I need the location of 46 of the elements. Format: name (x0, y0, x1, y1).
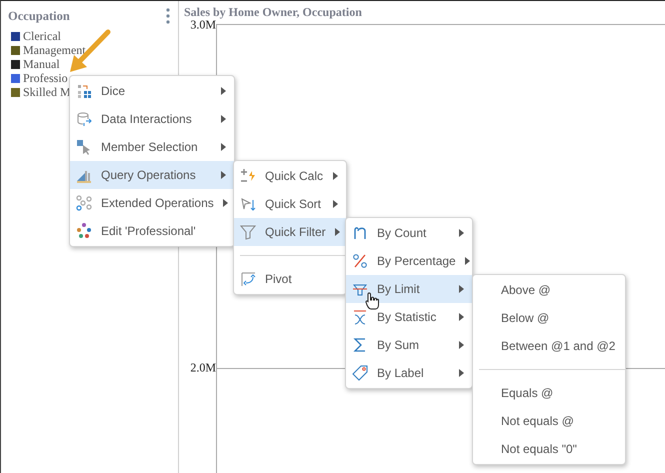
menu-item[interactable]: By Count (346, 219, 472, 247)
sigma-icon (352, 337, 368, 353)
legend-label[interactable]: Manual (23, 56, 60, 72)
menu-item[interactable]: Member Selection (70, 133, 234, 161)
legend-label[interactable]: Professio (23, 70, 68, 86)
menu-item[interactable]: Pivot (234, 265, 346, 293)
database-icon (76, 111, 92, 127)
menu-item[interactable]: By Limit (346, 275, 472, 303)
menu-item[interactable]: Above @ (473, 276, 625, 304)
menu-item[interactable]: Equals @ (473, 379, 625, 407)
dice-icon (76, 83, 92, 99)
tag-icon (352, 365, 368, 381)
menu-item[interactable]: Quick Calc (234, 162, 346, 190)
menu-item[interactable]: Extended Operations (70, 189, 234, 217)
hand-cursor-icon (365, 292, 379, 310)
legend-label[interactable]: Management (23, 42, 86, 58)
axis-label: 2.0M (190, 360, 216, 376)
curve-icon (352, 225, 368, 241)
plus-minus-icon (240, 168, 256, 184)
menu-item[interactable]: Dice (70, 77, 234, 105)
more-icon[interactable] (166, 8, 170, 24)
menu-item[interactable]: Below @ (473, 304, 625, 332)
x-bar-icon (352, 309, 368, 325)
menu-item[interactable]: By Sum (346, 331, 472, 359)
nodes-icon (76, 195, 92, 211)
menu-item[interactable]: Data Interactions (70, 105, 234, 133)
dots-icon (76, 223, 92, 239)
menu-item[interactable]: By Statistic (346, 303, 472, 331)
sort-icon (240, 196, 256, 212)
menu-item[interactable]: Quick Sort (234, 190, 346, 218)
menu-item[interactable]: Between @1 and @2 (473, 332, 625, 360)
pivot-icon (240, 271, 256, 287)
legend-label[interactable]: Clerical (23, 28, 61, 44)
filter-icon (240, 224, 256, 240)
menu-item[interactable]: By Label (346, 359, 472, 387)
menu-item[interactable]: By Percentage (346, 247, 472, 275)
menu-item[interactable]: Quick Filter (234, 218, 346, 246)
menu-item[interactable]: Not equals @ (473, 407, 625, 435)
legend-title: Occupation (8, 8, 70, 24)
menu-item[interactable]: Not equals "0" (473, 435, 625, 463)
percent-icon (352, 253, 368, 269)
menu-item[interactable]: Query Operations (70, 161, 234, 189)
chart-title: Sales by Home Owner, Occupation (184, 5, 363, 20)
menu-item[interactable]: Edit 'Professional' (70, 217, 234, 245)
pointer-icon (76, 139, 92, 155)
axis-label: 3.0M (190, 18, 216, 32)
